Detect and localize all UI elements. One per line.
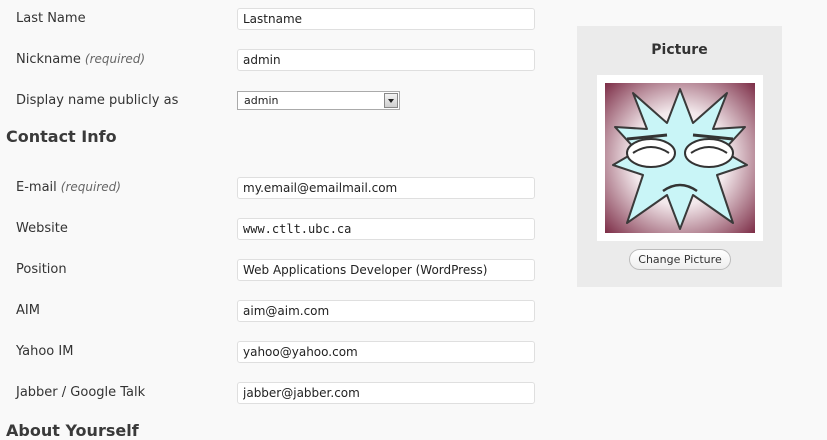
- yahoo-label: Yahoo IM: [16, 344, 73, 359]
- jabber-label-text: Jabber / Google Talk: [16, 385, 146, 400]
- display-name-selected-value: admin: [244, 94, 279, 107]
- change-picture-button[interactable]: Change Picture: [629, 249, 731, 270]
- website-label-text: Website: [16, 221, 68, 236]
- aim-field[interactable]: [237, 300, 535, 322]
- website-label: Website: [16, 221, 68, 236]
- last-name-field[interactable]: [237, 8, 535, 30]
- picture-panel: Picture Change Picture: [577, 26, 782, 287]
- position-field[interactable]: [237, 259, 535, 281]
- aim-label-text: AIM: [16, 303, 40, 318]
- position-label: Position: [16, 262, 67, 277]
- nickname-label: Nickname (required): [16, 52, 145, 67]
- jabber-label: Jabber / Google Talk: [16, 385, 145, 400]
- last-name-label-text: Last Name: [16, 11, 86, 26]
- display-name-label-text: Display name publicly as: [16, 93, 179, 108]
- position-label-text: Position: [16, 262, 67, 277]
- about-yourself-heading: About Yourself: [6, 421, 139, 440]
- picture-title: Picture: [651, 42, 708, 58]
- nickname-required-note: (required): [84, 52, 146, 66]
- email-required-note: (required): [60, 180, 121, 194]
- last-name-label: Last Name: [16, 11, 86, 26]
- yahoo-field[interactable]: [237, 341, 535, 363]
- chevron-down-icon[interactable]: [384, 93, 398, 108]
- nickname-label-text: Nickname: [16, 52, 81, 67]
- jabber-field[interactable]: [237, 382, 535, 404]
- email-label: E-mail (required): [16, 180, 121, 195]
- avatar-frame: [597, 75, 763, 241]
- contact-info-heading: Contact Info: [6, 127, 117, 146]
- display-name-select[interactable]: admin: [237, 91, 400, 110]
- aim-label: AIM: [16, 303, 40, 318]
- website-field[interactable]: [237, 218, 535, 240]
- nickname-field[interactable]: [237, 49, 535, 71]
- yahoo-label-text: Yahoo IM: [16, 344, 74, 359]
- display-name-label: Display name publicly as: [16, 93, 178, 108]
- email-label-text: E-mail: [16, 180, 57, 195]
- angry-star-avatar-icon: [605, 83, 755, 233]
- email-field[interactable]: [237, 177, 535, 199]
